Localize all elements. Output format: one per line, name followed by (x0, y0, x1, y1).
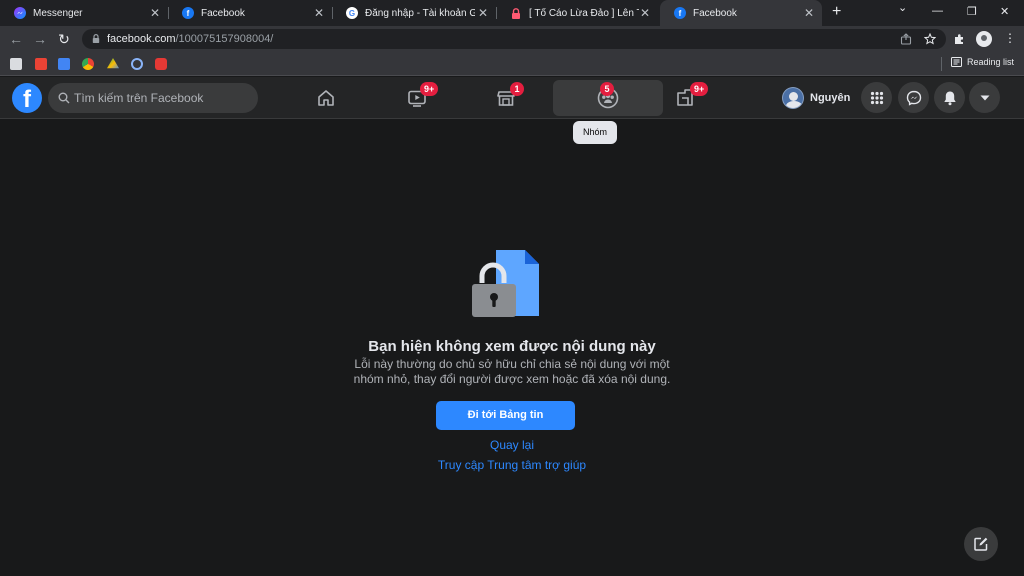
search-icon (58, 92, 70, 104)
help-center-link: Truy cập Trung tâm trợ giúp (262, 458, 762, 472)
url-text: facebook.com/100075157908004/ (107, 33, 273, 45)
translate-bookmark-icon[interactable] (58, 58, 70, 70)
tab-scam-report[interactable]: [ Tố Cáo Lừa Đảo ] Lên Trung ✕ (496, 0, 658, 26)
close-icon[interactable]: ✕ (804, 6, 814, 20)
profile-name: Nguyên (810, 92, 851, 104)
browser-toolbar: ← → ↻ facebook.com/100075157908004/ ⋮ (0, 26, 1024, 52)
photos-bookmark-icon[interactable] (82, 58, 94, 70)
tab-title: Facebook (693, 7, 737, 19)
bookmarks-bar: Reading list (0, 52, 1024, 76)
go-back-link: Quay lại (262, 438, 762, 452)
share-icon[interactable] (900, 33, 912, 45)
avatar (782, 87, 804, 109)
menu-button[interactable] (861, 82, 892, 113)
groups-tooltip: Nhóm (573, 121, 617, 144)
close-icon[interactable]: ✕ (314, 6, 324, 20)
home-icon (318, 90, 334, 106)
marketplace-badge: 1 (510, 82, 524, 96)
gmail-bookmark-icon[interactable] (35, 58, 47, 70)
lock-icon (92, 34, 100, 43)
browser-menu-icon[interactable]: ⋮ (1004, 31, 1016, 45)
tab-title: Facebook (201, 7, 245, 19)
minimize-button[interactable]: — (932, 5, 943, 17)
error-title: Bạn hiện không xem được nội dung này (368, 338, 656, 355)
extensions-icon[interactable] (953, 33, 965, 45)
browser-window: Messenger ✕ f Facebook ✕ G Đăng nhập - T… (0, 0, 1024, 576)
google-icon: G (346, 7, 358, 19)
messenger-button[interactable] (898, 82, 929, 113)
go-to-feed-button[interactable]: Đi tới Bảng tin (436, 401, 575, 430)
close-icon[interactable]: ✕ (150, 6, 160, 20)
address-bar[interactable]: facebook.com/100075157908004/ (82, 29, 946, 49)
tab-title: [ Tố Cáo Lừa Đảo ] Lên Trung (529, 7, 639, 19)
forward-button[interactable]: → (31, 30, 49, 48)
reading-list-icon (950, 57, 962, 67)
go-back-link-text[interactable]: Quay lại (490, 438, 534, 452)
facebook-header: f 9+ 1 5 9+ Nguyên (0, 77, 1024, 119)
messenger-icon (906, 90, 921, 106)
help-center-link-text[interactable]: Truy cập Trung tâm trợ giúp (438, 458, 586, 472)
profile-avatar-icon[interactable] (976, 31, 992, 47)
shopee-bookmark-icon[interactable] (155, 58, 167, 70)
gaming-badge: 9+ (690, 82, 709, 96)
groups-badge: 5 (600, 82, 614, 96)
tab-title: Messenger (33, 7, 83, 19)
bookmarks-divider (941, 57, 942, 71)
tab-search-icon[interactable]: ⌄ (898, 1, 907, 14)
reading-list-button[interactable]: Reading list (950, 57, 1014, 67)
new-tab-button[interactable]: + (832, 3, 841, 21)
tab-title: Đăng nhập - Tài khoản Goog (365, 7, 475, 19)
search-box[interactable] (48, 83, 258, 113)
notifications-button[interactable] (934, 82, 965, 113)
facebook-icon: f (674, 7, 686, 19)
url-host: facebook.com (107, 33, 176, 45)
locked-content-icon (472, 250, 539, 317)
restore-button[interactable]: ❐ (967, 5, 977, 18)
error-message-line: nhóm nhỏ, thay đổi người được xem hoặc đ… (353, 372, 671, 386)
tab-google-login[interactable]: G Đăng nhập - Tài khoản Goog ✕ (332, 0, 496, 26)
caret-down-icon (980, 95, 989, 100)
facebook-logo-icon[interactable]: f (12, 83, 42, 113)
tab-messenger[interactable]: Messenger ✕ (0, 0, 168, 26)
account-button[interactable] (969, 82, 1000, 113)
wifi-bookmark-icon[interactable] (131, 58, 143, 70)
compose-icon (974, 537, 988, 551)
error-message-line: Lỗi này thường do chủ sở hữu chỉ chia sẻ… (354, 357, 670, 371)
back-button[interactable]: ← (7, 30, 25, 48)
tab-facebook-active[interactable]: f Facebook ✕ (660, 0, 822, 26)
profile-button[interactable]: Nguyên (782, 85, 850, 111)
tab-facebook[interactable]: f Facebook ✕ (168, 0, 332, 26)
tab-strip: Messenger ✕ f Facebook ✕ G Đăng nhập - T… (0, 0, 1024, 26)
drive-bookmark-icon[interactable] (107, 58, 119, 69)
bell-icon (943, 91, 956, 105)
close-icon[interactable]: ✕ (640, 6, 650, 20)
reading-list-label: Reading list (966, 57, 1014, 67)
lock-icon (510, 7, 522, 19)
watch-badge: 9+ (420, 82, 439, 96)
nav-gaming[interactable]: 9+ (630, 80, 740, 116)
bookmark-star-icon[interactable] (924, 33, 936, 45)
reload-button[interactable]: ↻ (55, 30, 73, 48)
new-message-button[interactable] (964, 527, 998, 561)
window-close-button[interactable]: ✕ (1000, 5, 1009, 18)
messenger-icon (14, 7, 26, 19)
close-icon[interactable]: ✕ (478, 6, 488, 20)
facebook-icon: f (182, 7, 194, 19)
grid-menu-icon (870, 91, 883, 104)
search-input[interactable] (74, 90, 249, 106)
url-path: /100075157908004/ (175, 33, 274, 45)
error-message: Lỗi này thường do chủ sở hữu chỉ chia sẻ… (262, 357, 762, 387)
nav-marketplace[interactable]: 1 (451, 80, 561, 116)
apps-bookmark-icon[interactable] (10, 58, 22, 70)
